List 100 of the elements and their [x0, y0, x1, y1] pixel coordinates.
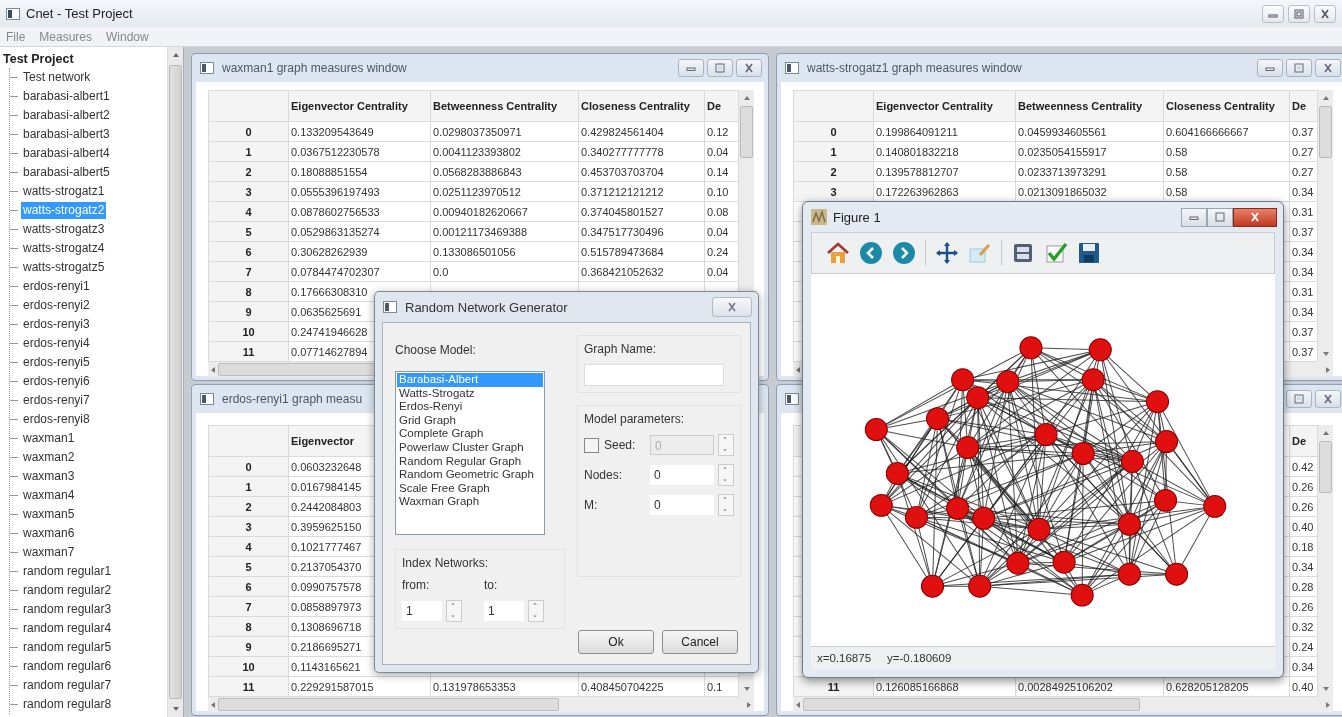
- spin-field[interactable]: 0: [650, 465, 714, 485]
- row-header[interactable]: 3: [208, 181, 289, 202]
- column-header[interactable]: Eigenvector Centrality: [288, 90, 431, 122]
- row-header[interactable]: 9: [208, 301, 289, 322]
- column-header[interactable]: Betweenness Centrality: [1015, 90, 1164, 122]
- tree-item[interactable]: erdos-renyi3: [21, 316, 92, 333]
- table-cell: 0.04: [704, 261, 739, 282]
- tree-item[interactable]: random regular5: [21, 639, 114, 656]
- row-header[interactable]: 1: [208, 141, 289, 162]
- row-header[interactable]: 3: [208, 516, 289, 537]
- table-cell: 0.347517730496: [578, 221, 705, 242]
- tree-root-item[interactable]: Test Project: [3, 50, 167, 68]
- row-header[interactable]: 11: [793, 676, 874, 697]
- dialog-button[interactable]: Ok: [578, 630, 654, 654]
- tree-item[interactable]: erdos-renyi7: [21, 392, 92, 409]
- tree-item[interactable]: waxman6: [21, 525, 77, 542]
- tree-item[interactable]: watts-strogatz1: [21, 183, 107, 200]
- row-header[interactable]: 6: [208, 576, 289, 597]
- tree-item[interactable]: waxman3: [21, 468, 77, 485]
- row-header[interactable]: 8: [208, 281, 289, 302]
- tree-item[interactable]: waxman5: [21, 506, 77, 523]
- tree-item[interactable]: erdos-renyi1: [21, 278, 92, 295]
- window-title: Figure 1: [833, 209, 881, 225]
- tree-item[interactable]: erdos-renyi4: [21, 335, 92, 352]
- tree-item[interactable]: watts-strogatz5: [21, 259, 107, 276]
- tree-item[interactable]: barabasi-albert5: [21, 164, 112, 181]
- window-title: watts-strogatz1 graph measures window: [807, 61, 1022, 75]
- column-header[interactable]: Closeness Centrality: [1163, 90, 1290, 122]
- table-cell: 0.27: [1289, 141, 1318, 162]
- table-cell: 0.40: [1289, 676, 1318, 697]
- table-cell: 0.0251123970512: [430, 181, 579, 202]
- row-header[interactable]: 10: [208, 321, 289, 342]
- tree-item[interactable]: waxman1: [21, 430, 77, 447]
- row-header[interactable]: 11: [208, 676, 289, 697]
- table-cell: 0.31: [1289, 281, 1318, 302]
- row-header[interactable]: 11: [208, 341, 289, 362]
- table-cell: 0.408450704225: [578, 676, 705, 697]
- table-cell: 0.199864091211: [873, 121, 1016, 142]
- table-cell: 0.515789473684: [578, 241, 705, 262]
- tree-item[interactable]: random regular1: [21, 563, 114, 580]
- row-header[interactable]: 8: [208, 616, 289, 637]
- table-cell: 0.0555396197493: [288, 181, 431, 202]
- row-header[interactable]: 6: [208, 241, 289, 262]
- tree-item[interactable]: random regular8: [21, 696, 114, 713]
- tree-item[interactable]: erdos-renyi8: [21, 411, 92, 428]
- spin-field[interactable]: 1: [402, 601, 442, 621]
- column-header[interactable]: De: [704, 90, 739, 122]
- row-header[interactable]: 0: [793, 121, 874, 142]
- row-header[interactable]: 2: [208, 161, 289, 182]
- row-header[interactable]: 7: [208, 261, 289, 282]
- table-cell: 0.58: [1163, 161, 1290, 182]
- row-header[interactable]: 1: [793, 141, 874, 162]
- tree-item[interactable]: random regular6: [21, 658, 114, 675]
- tree-item[interactable]: watts-strogatz3: [21, 221, 107, 238]
- row-header[interactable]: 9: [208, 636, 289, 657]
- tree-item[interactable]: barabasi-albert4: [21, 145, 112, 162]
- window-title: waxman1 graph measures window: [222, 61, 407, 75]
- tree-item[interactable]: waxman2: [21, 449, 77, 466]
- row-header[interactable]: 4: [208, 201, 289, 222]
- tree-item[interactable]: barabasi-albert2: [21, 107, 112, 124]
- column-header[interactable]: De: [1289, 425, 1318, 457]
- row-header[interactable]: 7: [208, 596, 289, 617]
- row-header[interactable]: 0: [208, 456, 289, 477]
- row-header[interactable]: 4: [208, 536, 289, 557]
- spin-field[interactable]: 0: [650, 495, 714, 515]
- tree-item[interactable]: Test network: [21, 69, 93, 86]
- row-header[interactable]: 3: [793, 181, 874, 202]
- tree-item[interactable]: barabasi-albert3: [21, 126, 112, 143]
- table-cell: 0.37: [1289, 121, 1318, 142]
- table-cell: 0.131978653353: [430, 676, 579, 697]
- column-header[interactable]: De: [1289, 90, 1318, 122]
- column-header[interactable]: Betweenness Centrality: [430, 90, 579, 122]
- list-item[interactable]: Watts-Strogatz: [397, 386, 543, 401]
- tree-item[interactable]: barabasi-albert1: [21, 88, 112, 105]
- spin-field[interactable]: 1: [484, 601, 524, 621]
- row-header[interactable]: 1: [208, 476, 289, 497]
- column-header[interactable]: Closeness Centrality: [578, 90, 705, 122]
- tree-item[interactable]: waxman4: [21, 487, 77, 504]
- tree-item[interactable]: waxman7: [21, 544, 77, 561]
- row-header[interactable]: 2: [208, 496, 289, 517]
- tree-item[interactable]: random regular2: [21, 582, 114, 599]
- column-header[interactable]: Eigenvector Centrality: [873, 90, 1016, 122]
- tree-item[interactable]: random regular3: [21, 601, 114, 618]
- tree-item[interactable]: random regular4: [21, 620, 114, 637]
- tree-item[interactable]: watts-strogatz4: [21, 240, 107, 257]
- tree-item[interactable]: erdos-renyi2: [21, 297, 92, 314]
- tree-item[interactable]: erdos-renyi5: [21, 354, 92, 371]
- tree-item[interactable]: random regular7: [21, 677, 114, 694]
- table-cell: 0.371212121212: [578, 181, 705, 202]
- row-header[interactable]: 10: [208, 656, 289, 677]
- row-header[interactable]: 5: [208, 556, 289, 577]
- row-header[interactable]: 0: [208, 121, 289, 142]
- list-item[interactable]: Erdos-Renyi: [397, 400, 543, 414]
- dialog-button[interactable]: Cancel: [662, 630, 738, 654]
- row-header[interactable]: 5: [208, 221, 289, 242]
- row-header[interactable]: 2: [793, 161, 874, 182]
- table-cell: 0.139578812707: [873, 161, 1016, 182]
- tree-item[interactable]: erdos-renyi6: [21, 373, 92, 390]
- list-item[interactable]: Grid Graph: [397, 413, 543, 428]
- table-cell: 0.374045801527: [578, 201, 705, 222]
